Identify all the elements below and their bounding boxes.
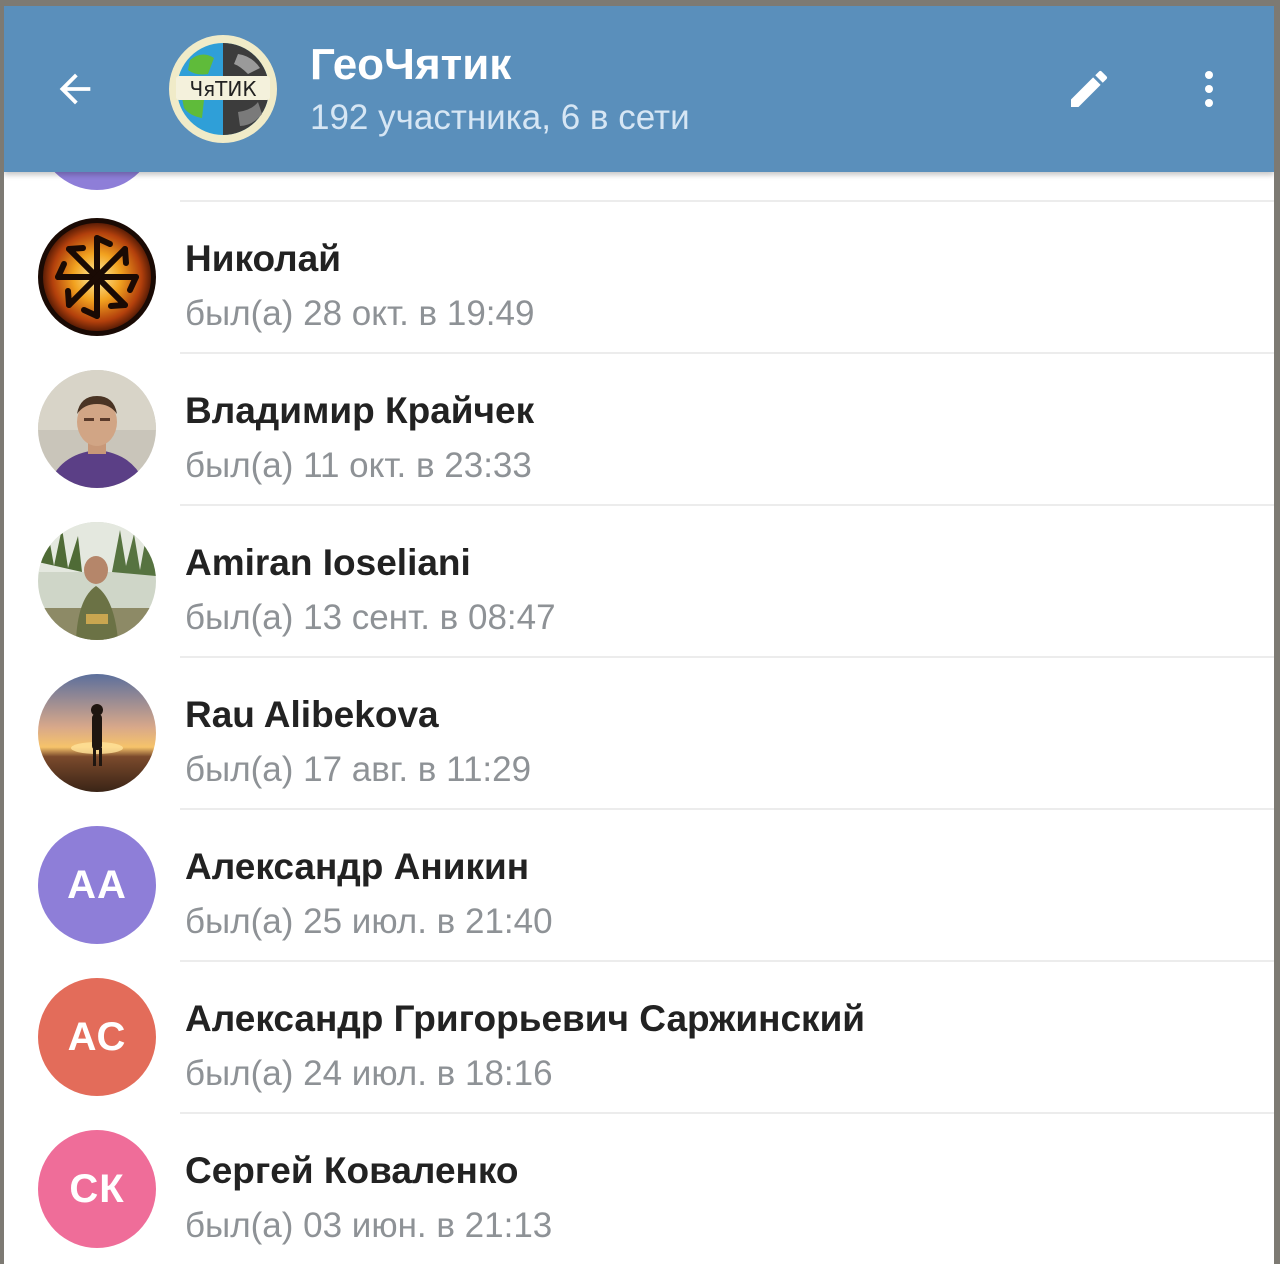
member-name: Александр Григорьевич Саржинский [185, 998, 866, 1039]
member-row[interactable]: Rau Alibekova был(а) 17 авг. в 11:29 [4, 658, 1274, 810]
group-members-screen: ЧяТИК ГеоЧятик 192 участника, 6 в сети Н… [4, 6, 1274, 1264]
avatar [38, 370, 156, 488]
member-name: Александр Аникин [185, 846, 530, 887]
partially-hidden-member-row[interactable] [4, 172, 1274, 202]
last-seen-status: был(а) 11 окт. в 23:33 [185, 446, 532, 485]
avatar [38, 218, 156, 336]
initials-avatar: АА [38, 826, 156, 944]
initials-avatar: АС [38, 978, 156, 1096]
svg-text:ЧяТИК: ЧяТИК [189, 77, 256, 101]
last-seen-status: был(а) 25 июл. в 21:40 [185, 902, 553, 941]
member-list: Николай был(а) 28 окт. в 19:49 Владимир … [4, 202, 1274, 1264]
member-name: Сергей Коваленко [185, 1150, 519, 1191]
member-row[interactable]: СК Сергей Коваленко был(а) 03 июн. в 21:… [4, 1114, 1274, 1264]
member-name: Rau Alibekova [185, 694, 439, 735]
last-seen-status: был(а) 28 окт. в 19:49 [185, 294, 535, 333]
initials-avatar: СК [38, 1130, 156, 1248]
edit-button[interactable] [1056, 56, 1122, 122]
participants-count: 192 участника, 6 в сети [310, 98, 690, 137]
member-row[interactable]: АС Александр Григорьевич Саржинский был(… [4, 962, 1274, 1114]
more-options-button[interactable] [1176, 56, 1242, 122]
member-row[interactable]: Владимир Крайчек был(а) 11 окт. в 23:33 [4, 354, 1274, 506]
member-name: Amiran Ioseliani [185, 542, 471, 583]
member-name: Владимир Крайчек [185, 390, 535, 431]
avatar [38, 674, 156, 792]
last-seen-status: был(а) 24 июл. в 18:16 [185, 1054, 553, 1093]
avatar [38, 172, 156, 190]
last-seen-status: был(а) 17 авг. в 11:29 [185, 750, 532, 789]
group-avatar[interactable]: ЧяТИК [168, 34, 278, 144]
arrow-left-icon [59, 73, 91, 105]
last-seen-status: был(а) 13 сент. в 08:47 [185, 598, 556, 637]
app-bar: ЧяТИК ГеоЧятик 192 участника, 6 в сети [4, 6, 1274, 172]
more-vertical-icon [1205, 71, 1213, 107]
last-seen-status: был(а) 03 июн. в 21:13 [185, 1206, 553, 1245]
member-name: Николай [185, 238, 342, 279]
pencil-icon [1071, 70, 1108, 107]
back-button[interactable] [42, 56, 108, 122]
group-logo-image: ЧяТИК [169, 35, 277, 143]
chat-title[interactable]: ГеоЧятик [310, 40, 511, 90]
member-row[interactable]: АА Александр Аникин был(а) 25 июл. в 21:… [4, 810, 1274, 962]
avatar [38, 522, 156, 640]
member-row[interactable]: Николай был(а) 28 окт. в 19:49 [4, 202, 1274, 354]
member-row[interactable]: Amiran Ioseliani был(а) 13 сент. в 08:47 [4, 506, 1274, 658]
